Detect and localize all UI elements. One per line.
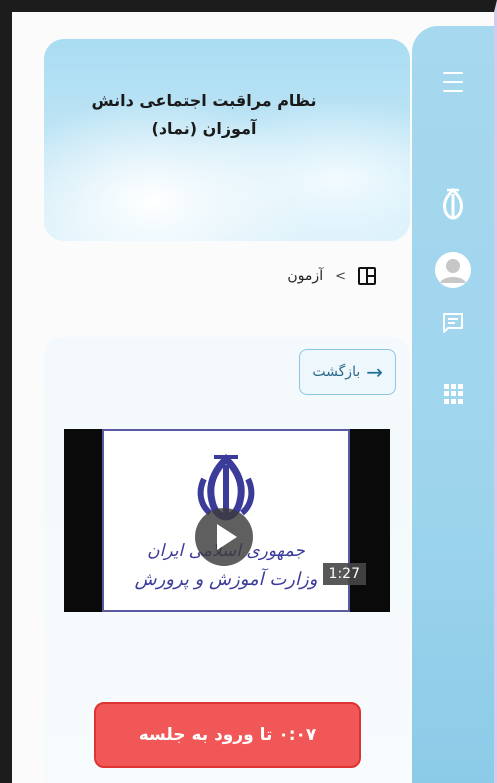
app-window: نظام مراقبت اجتماعی دانش آموزان (نماد) >… xyxy=(0,0,497,783)
page-title: نظام مراقبت اجتماعی دانش آموزان (نماد) xyxy=(91,91,317,138)
play-icon[interactable] xyxy=(195,508,253,566)
enter-session-button[interactable]: ۰:۰۷ تا ورود به جلسه xyxy=(94,702,361,768)
breadcrumb-separator: > xyxy=(335,268,346,284)
dashboard-icon[interactable] xyxy=(358,267,376,285)
chat-icon[interactable] xyxy=(440,310,466,336)
video-player[interactable]: جمهوری اسلامی ایران وزارت آموزش و پرورش … xyxy=(64,429,390,612)
back-button[interactable]: → بازگشت xyxy=(299,349,396,395)
breadcrumb-current: آزمون xyxy=(287,268,324,284)
avatar-icon[interactable] xyxy=(435,252,471,288)
video-duration: 1:27 xyxy=(322,563,366,585)
emblem-icon[interactable] xyxy=(433,184,473,224)
sidebar xyxy=(412,26,494,783)
grid-icon[interactable] xyxy=(443,384,463,404)
back-button-label: بازگشت xyxy=(312,364,361,380)
poster-line-2: وزارت آموزش و پرورش xyxy=(134,569,318,590)
header-card: نظام مراقبت اجتماعی دانش آموزان (نماد) xyxy=(44,39,410,241)
menu-icon[interactable] xyxy=(441,72,465,92)
breadcrumb: > آزمون xyxy=(287,267,376,285)
arrow-right-icon: → xyxy=(366,360,383,384)
